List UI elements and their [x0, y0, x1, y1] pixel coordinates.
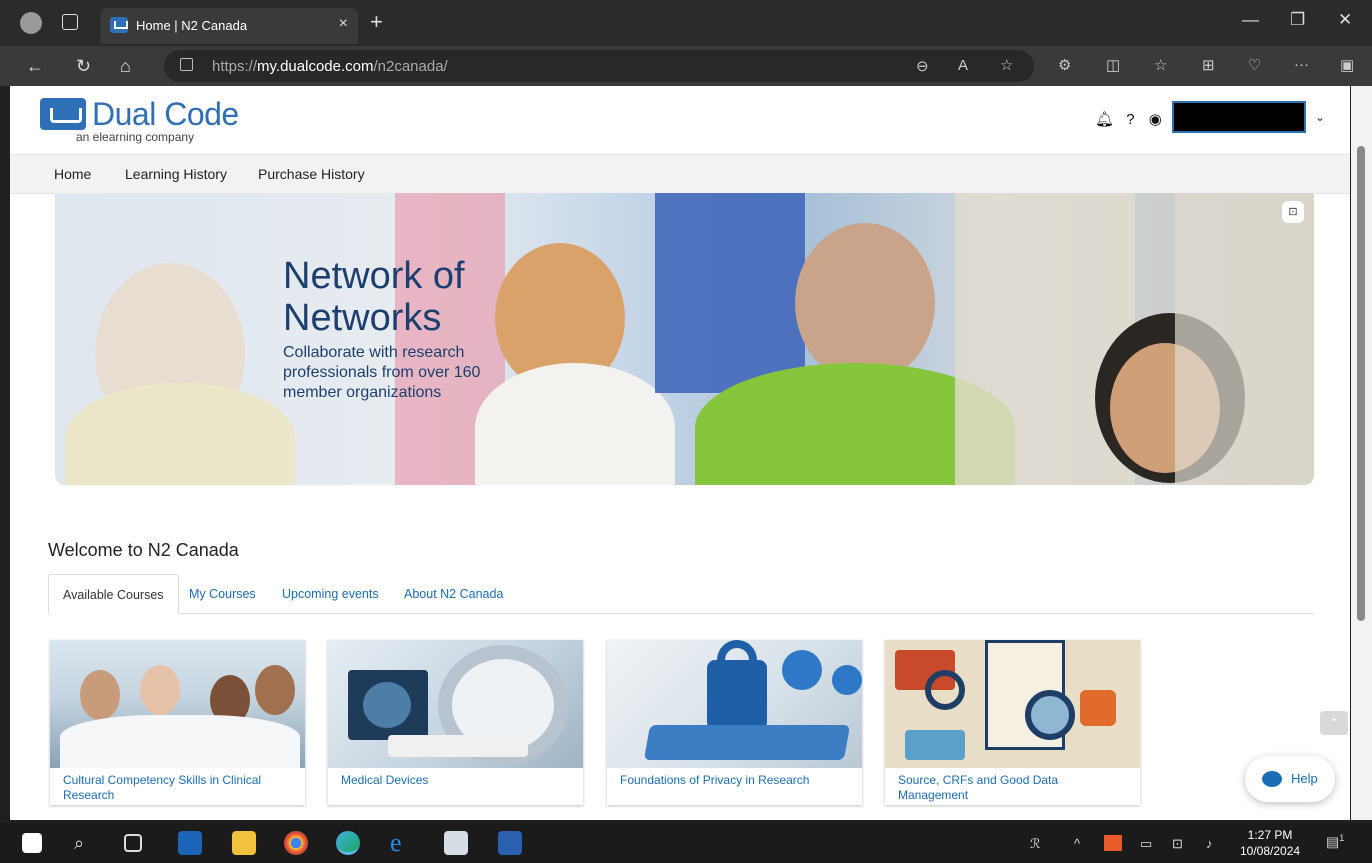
- course-card[interactable]: Medical Devices: [328, 640, 583, 805]
- course-thumbnail[interactable]: [328, 640, 583, 768]
- browser-toolbar: ← ↻ ⌂ https://my.dualcode.com/n2canada/ …: [0, 46, 1372, 86]
- banner-title: Network of Networks: [283, 255, 465, 339]
- sidebar-icon[interactable]: ▣: [1340, 56, 1354, 74]
- edge-icon[interactable]: [336, 831, 360, 855]
- task-view-icon[interactable]: [124, 834, 142, 852]
- tab-about-n2-canada[interactable]: About N2 Canada: [390, 574, 517, 614]
- logo-mark-icon: [40, 98, 86, 130]
- back-icon[interactable]: ←: [26, 56, 44, 77]
- help-button[interactable]: Help: [1245, 756, 1335, 802]
- show-hidden-icons-icon[interactable]: ^: [1074, 836, 1080, 851]
- scrollbar-thumb[interactable]: [1357, 146, 1365, 621]
- zoom-icon[interactable]: ⊖: [916, 57, 929, 75]
- back-to-top-button[interactable]: ⌃: [1320, 711, 1348, 735]
- calculator-icon[interactable]: [444, 831, 468, 855]
- windows-start-icon[interactable]: [22, 833, 42, 853]
- course-title[interactable]: Foundations of Privacy in Research: [620, 773, 852, 788]
- course-card[interactable]: Cultural Competency Skills in Clinical R…: [50, 640, 305, 805]
- chrome-icon[interactable]: [284, 831, 308, 855]
- site-info-icon[interactable]: [180, 58, 193, 71]
- windows-taskbar: ⌕ e ℛ ^ ▭ ⊡ ♪ 1:27 PM 10/08/2024 ▤1: [0, 823, 1372, 863]
- close-window-icon[interactable]: ✕: [1338, 10, 1352, 30]
- banner-person-shape: [1175, 193, 1314, 485]
- split-screen-icon[interactable]: ◫: [1106, 56, 1120, 74]
- header-icons: 🔔︎ ? ◉: [1095, 110, 1162, 128]
- help-label: Help: [1291, 771, 1318, 786]
- help-circle-icon[interactable]: ?: [1126, 111, 1134, 128]
- favorites-icon[interactable]: ☆: [1154, 56, 1167, 74]
- home-icon[interactable]: ⌂: [120, 56, 131, 77]
- clock-time: 1:27 PM: [1247, 828, 1293, 842]
- favorite-star-icon[interactable]: ☆: [1000, 56, 1013, 74]
- banner-subtitle: Collaborate with research professionals …: [283, 344, 481, 401]
- file-explorer-icon[interactable]: [232, 831, 256, 855]
- logo-name: Dual Code: [92, 96, 239, 132]
- banner-person-shape: [65, 383, 295, 485]
- new-tab-icon[interactable]: +: [370, 9, 383, 35]
- network-icon[interactable]: ⊡: [1172, 836, 1183, 852]
- course-thumbnail[interactable]: [885, 640, 1140, 768]
- page-title: Welcome to N2 Canada: [48, 540, 239, 560]
- visual-search-icon[interactable]: ⊡: [1282, 201, 1304, 223]
- url-text: https://my.dualcode.com/n2canada/: [212, 58, 448, 75]
- notifications-icon[interactable]: ▤1: [1326, 833, 1344, 851]
- profile-icon[interactable]: [20, 12, 42, 34]
- course-title[interactable]: Medical Devices: [341, 773, 573, 788]
- restore-icon[interactable]: ❐: [1290, 10, 1305, 30]
- banner-person-shape: [655, 193, 805, 393]
- banner-person-shape: [795, 223, 935, 383]
- course-card[interactable]: Foundations of Privacy in Research: [607, 640, 862, 805]
- tray-app-icon[interactable]: [1104, 835, 1122, 851]
- screen: Home | N2 Canada × + — ❐ ✕ ← ↻ ⌂ https:/…: [0, 0, 1372, 863]
- course-thumbnail[interactable]: [607, 640, 862, 768]
- read-aloud-icon[interactable]: A: [958, 57, 968, 74]
- battery-icon[interactable]: ▭: [1140, 836, 1152, 852]
- tab-actions-icon[interactable]: [62, 14, 78, 30]
- globe-icon[interactable]: ◉: [1149, 111, 1162, 128]
- hero-banner: Network of Networks Collaborate with res…: [55, 193, 1314, 485]
- outlook-icon[interactable]: [178, 831, 202, 855]
- logo-tagline: an elearning company: [76, 130, 195, 144]
- internet-explorer-icon[interactable]: e: [390, 830, 414, 856]
- nav-purchase-history[interactable]: Purchase History: [258, 166, 365, 182]
- browser-tab[interactable]: Home | N2 Canada ×: [100, 8, 358, 44]
- address-bar[interactable]: https://my.dualcode.com/n2canada/ ⊖ A ☆: [164, 50, 1034, 82]
- course-card[interactable]: Source, CRFs and Good Data Management: [885, 640, 1140, 805]
- minimize-icon[interactable]: —: [1242, 10, 1259, 30]
- browser-essentials-icon[interactable]: ♡: [1248, 56, 1261, 74]
- page-scrollbar[interactable]: [1351, 86, 1372, 820]
- favicon-icon: [110, 17, 128, 33]
- chat-bubble-icon: [1262, 771, 1282, 787]
- word-icon[interactable]: [498, 831, 522, 855]
- course-title[interactable]: Source, CRFs and Good Data Management: [898, 773, 1130, 803]
- collections-icon[interactable]: ⊞: [1202, 56, 1215, 74]
- refresh-icon[interactable]: ↻: [76, 56, 91, 77]
- volume-icon[interactable]: ♪: [1206, 836, 1213, 851]
- web-page: Dual Code an elearning company 🔔︎ ? ◉ ⌄ …: [10, 86, 1350, 820]
- system-clock[interactable]: 1:27 PM 10/08/2024: [1240, 827, 1300, 859]
- tab-available-courses[interactable]: Available Courses: [48, 574, 179, 614]
- nav-learning-history[interactable]: Learning History: [125, 166, 227, 182]
- more-menu-icon[interactable]: ···: [1294, 56, 1309, 73]
- site-nav: Home Learning History Purchase History: [10, 154, 1350, 194]
- extensions-icon[interactable]: ⚙: [1058, 56, 1071, 74]
- clock-date: 10/08/2024: [1240, 844, 1301, 858]
- bell-icon[interactable]: 🔔︎: [1095, 111, 1114, 128]
- browser-tab-title: Home | N2 Canada: [136, 18, 248, 33]
- course-thumbnail[interactable]: [50, 640, 305, 768]
- people-icon[interactable]: ℛ: [1030, 836, 1040, 852]
- search-icon[interactable]: ⌕: [74, 831, 98, 855]
- chevron-down-icon[interactable]: ⌄: [1315, 110, 1325, 124]
- close-tab-icon[interactable]: ×: [339, 15, 348, 33]
- user-menu-redacted[interactable]: [1172, 101, 1306, 133]
- course-tabs: Available Courses My Courses Upcoming ev…: [48, 574, 1314, 614]
- tab-my-courses[interactable]: My Courses: [175, 574, 270, 614]
- notification-count: 1: [1339, 833, 1345, 843]
- nav-home[interactable]: Home: [54, 166, 91, 182]
- tab-upcoming-events[interactable]: Upcoming events: [268, 574, 393, 614]
- course-title[interactable]: Cultural Competency Skills in Clinical R…: [63, 773, 295, 803]
- browser-tab-strip: Home | N2 Canada × + — ❐ ✕: [0, 0, 1372, 46]
